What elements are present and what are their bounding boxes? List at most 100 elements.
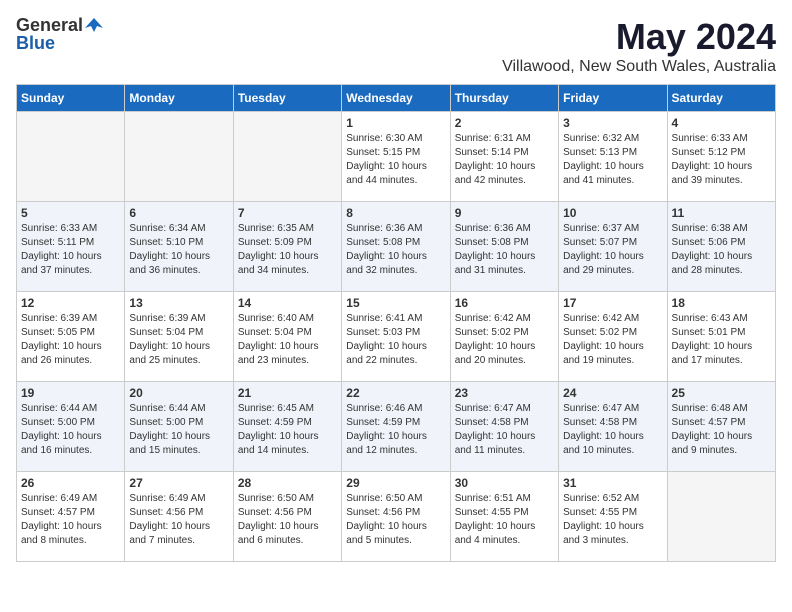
calendar-week-row: 5 Sunrise: 6:33 AMSunset: 5:11 PMDaylight… bbox=[17, 202, 776, 292]
day-number: 11 bbox=[672, 206, 771, 220]
day-info: Sunrise: 6:50 AMSunset: 4:56 PMDaylight:… bbox=[346, 492, 445, 548]
day-number: 24 bbox=[563, 386, 662, 400]
day-number: 26 bbox=[21, 476, 120, 490]
day-info: Sunrise: 6:36 AMSunset: 5:08 PMDaylight:… bbox=[346, 222, 445, 278]
calendar-cell: 4Sunrise: 6:33 AMSunset: 5:12 PMDaylight… bbox=[667, 112, 775, 202]
calendar-table: SundayMondayTuesdayWednesdayThursdayFrid… bbox=[16, 84, 776, 562]
day-number: 2 bbox=[455, 116, 554, 130]
day-number: 18 bbox=[672, 296, 771, 310]
logo: General Blue bbox=[16, 16, 103, 52]
day-info: Sunrise: 6:30 AMSunset: 5:15 PMDaylight:… bbox=[346, 132, 445, 188]
day-number: 25 bbox=[672, 386, 771, 400]
day-info: Sunrise: 6:44 AMSunset: 5:00 PMDaylight:… bbox=[129, 402, 228, 458]
weekday-header-saturday: Saturday bbox=[667, 85, 775, 112]
calendar-cell: 20 Sunrise: 6:44 AMSunset: 5:00 PMDayligh… bbox=[125, 382, 233, 472]
weekday-header-sunday: Sunday bbox=[17, 85, 125, 112]
calendar-cell: 18 Sunrise: 6:43 AMSunset: 5:01 PMDayligh… bbox=[667, 292, 775, 382]
day-info: Sunrise: 6:32 AMSunset: 5:13 PMDaylight:… bbox=[563, 132, 662, 188]
calendar-cell: 6 Sunrise: 6:34 AMSunset: 5:10 PMDaylight… bbox=[125, 202, 233, 292]
day-info: Sunrise: 6:31 AMSunset: 5:14 PMDaylight:… bbox=[455, 132, 554, 188]
calendar-cell: 11 Sunrise: 6:38 AMSunset: 5:06 PMDayligh… bbox=[667, 202, 775, 292]
day-info: Sunrise: 6:48 AMSunset: 4:57 PMDaylight:… bbox=[672, 402, 771, 458]
calendar-cell: 12Sunrise: 6:39 AMSunset: 5:05 PMDayligh… bbox=[17, 292, 125, 382]
weekday-header-monday: Monday bbox=[125, 85, 233, 112]
calendar-cell: 14Sunrise: 6:40 AMSunset: 5:04 PMDayligh… bbox=[233, 292, 341, 382]
calendar-cell: 1 Sunrise: 6:30 AMSunset: 5:15 PMDaylight… bbox=[342, 112, 450, 202]
day-info: Sunrise: 6:39 AMSunset: 5:04 PMDaylight:… bbox=[129, 312, 228, 368]
calendar-week-row: 12Sunrise: 6:39 AMSunset: 5:05 PMDayligh… bbox=[17, 292, 776, 382]
day-info: Sunrise: 6:38 AMSunset: 5:06 PMDaylight:… bbox=[672, 222, 771, 278]
day-info: Sunrise: 6:47 AMSunset: 4:58 PMDaylight:… bbox=[455, 402, 554, 458]
day-info: Sunrise: 6:44 AMSunset: 5:00 PMDaylight:… bbox=[21, 402, 120, 458]
calendar-cell: 5 Sunrise: 6:33 AMSunset: 5:11 PMDaylight… bbox=[17, 202, 125, 292]
day-info: Sunrise: 6:50 AMSunset: 4:56 PMDaylight:… bbox=[238, 492, 337, 548]
calendar-cell: 25 Sunrise: 6:48 AMSunset: 4:57 PMDayligh… bbox=[667, 382, 775, 472]
day-info: Sunrise: 6:46 AMSunset: 4:59 PMDaylight:… bbox=[346, 402, 445, 458]
weekday-header-row: SundayMondayTuesdayWednesdayThursdayFrid… bbox=[17, 85, 776, 112]
day-number: 17 bbox=[563, 296, 662, 310]
month-title: May 2024 bbox=[502, 16, 776, 58]
calendar-cell bbox=[125, 112, 233, 202]
day-number: 1 bbox=[346, 116, 445, 130]
day-number: 30 bbox=[455, 476, 554, 490]
day-number: 23 bbox=[455, 386, 554, 400]
page-header: General Blue May 2024 Villawood, New Sou… bbox=[16, 16, 776, 76]
location: Villawood, New South Wales, Australia bbox=[502, 58, 776, 76]
day-info: Sunrise: 6:42 AMSunset: 5:02 PMDaylight:… bbox=[455, 312, 554, 368]
day-info: Sunrise: 6:36 AMSunset: 5:08 PMDaylight:… bbox=[455, 222, 554, 278]
day-number: 16 bbox=[455, 296, 554, 310]
day-number: 19 bbox=[21, 386, 120, 400]
day-number: 3 bbox=[563, 116, 662, 130]
day-number: 12 bbox=[21, 296, 120, 310]
day-info: Sunrise: 6:49 AMSunset: 4:56 PMDaylight:… bbox=[129, 492, 228, 548]
calendar-cell: 7Sunrise: 6:35 AMSunset: 5:09 PMDaylight… bbox=[233, 202, 341, 292]
weekday-header-tuesday: Tuesday bbox=[233, 85, 341, 112]
day-number: 9 bbox=[455, 206, 554, 220]
calendar-cell: 3 Sunrise: 6:32 AMSunset: 5:13 PMDaylight… bbox=[559, 112, 667, 202]
calendar-cell: 27Sunrise: 6:49 AMSunset: 4:56 PMDayligh… bbox=[125, 472, 233, 562]
day-number: 6 bbox=[129, 206, 228, 220]
calendar-cell: 17 Sunrise: 6:42 AMSunset: 5:02 PMDayligh… bbox=[559, 292, 667, 382]
day-info: Sunrise: 6:43 AMSunset: 5:01 PMDaylight:… bbox=[672, 312, 771, 368]
day-number: 22 bbox=[346, 386, 445, 400]
day-number: 13 bbox=[129, 296, 228, 310]
calendar-cell: 10 Sunrise: 6:37 AMSunset: 5:07 PMDayligh… bbox=[559, 202, 667, 292]
day-number: 28 bbox=[238, 476, 337, 490]
calendar-cell: 13 Sunrise: 6:39 AMSunset: 5:04 PMDayligh… bbox=[125, 292, 233, 382]
calendar-cell: 19 Sunrise: 6:44 AMSunset: 5:00 PMDayligh… bbox=[17, 382, 125, 472]
logo-general: General bbox=[16, 16, 83, 34]
day-number: 31 bbox=[563, 476, 662, 490]
calendar-cell: 31Sunrise: 6:52 AMSunset: 4:55 PMDayligh… bbox=[559, 472, 667, 562]
weekday-header-friday: Friday bbox=[559, 85, 667, 112]
day-info: Sunrise: 6:51 AMSunset: 4:55 PMDaylight:… bbox=[455, 492, 554, 548]
weekday-header-wednesday: Wednesday bbox=[342, 85, 450, 112]
calendar-cell: 15Sunrise: 6:41 AMSunset: 5:03 PMDayligh… bbox=[342, 292, 450, 382]
calendar-cell: 23 Sunrise: 6:47 AMSunset: 4:58 PMDayligh… bbox=[450, 382, 558, 472]
weekday-header-thursday: Thursday bbox=[450, 85, 558, 112]
day-info: Sunrise: 6:45 AMSunset: 4:59 PMDaylight:… bbox=[238, 402, 337, 458]
day-info: Sunrise: 6:47 AMSunset: 4:58 PMDaylight:… bbox=[563, 402, 662, 458]
day-info: Sunrise: 6:41 AMSunset: 5:03 PMDaylight:… bbox=[346, 312, 445, 368]
day-number: 29 bbox=[346, 476, 445, 490]
day-number: 20 bbox=[129, 386, 228, 400]
calendar-cell: 8Sunrise: 6:36 AMSunset: 5:08 PMDaylight… bbox=[342, 202, 450, 292]
day-info: Sunrise: 6:33 AMSunset: 5:11 PMDaylight:… bbox=[21, 222, 120, 278]
day-info: Sunrise: 6:34 AMSunset: 5:10 PMDaylight:… bbox=[129, 222, 228, 278]
calendar-cell: 24 Sunrise: 6:47 AMSunset: 4:58 PMDayligh… bbox=[559, 382, 667, 472]
calendar-cell bbox=[233, 112, 341, 202]
day-number: 7 bbox=[238, 206, 337, 220]
day-info: Sunrise: 6:42 AMSunset: 5:02 PMDaylight:… bbox=[563, 312, 662, 368]
calendar-cell: 28 Sunrise: 6:50 AMSunset: 4:56 PMDayligh… bbox=[233, 472, 341, 562]
calendar-cell bbox=[667, 472, 775, 562]
day-info: Sunrise: 6:40 AMSunset: 5:04 PMDaylight:… bbox=[238, 312, 337, 368]
day-info: Sunrise: 6:37 AMSunset: 5:07 PMDaylight:… bbox=[563, 222, 662, 278]
logo-blue: Blue bbox=[16, 34, 55, 52]
day-number: 10 bbox=[563, 206, 662, 220]
calendar-week-row: 19 Sunrise: 6:44 AMSunset: 5:00 PMDayligh… bbox=[17, 382, 776, 472]
calendar-week-row: 26Sunrise: 6:49 AMSunset: 4:57 PMDayligh… bbox=[17, 472, 776, 562]
day-info: Sunrise: 6:33 AMSunset: 5:12 PMDaylight:… bbox=[672, 132, 771, 188]
logo-bird-icon bbox=[85, 16, 103, 34]
title-section: May 2024 Villawood, New South Wales, Aus… bbox=[502, 16, 776, 76]
day-number: 5 bbox=[21, 206, 120, 220]
calendar-cell bbox=[17, 112, 125, 202]
